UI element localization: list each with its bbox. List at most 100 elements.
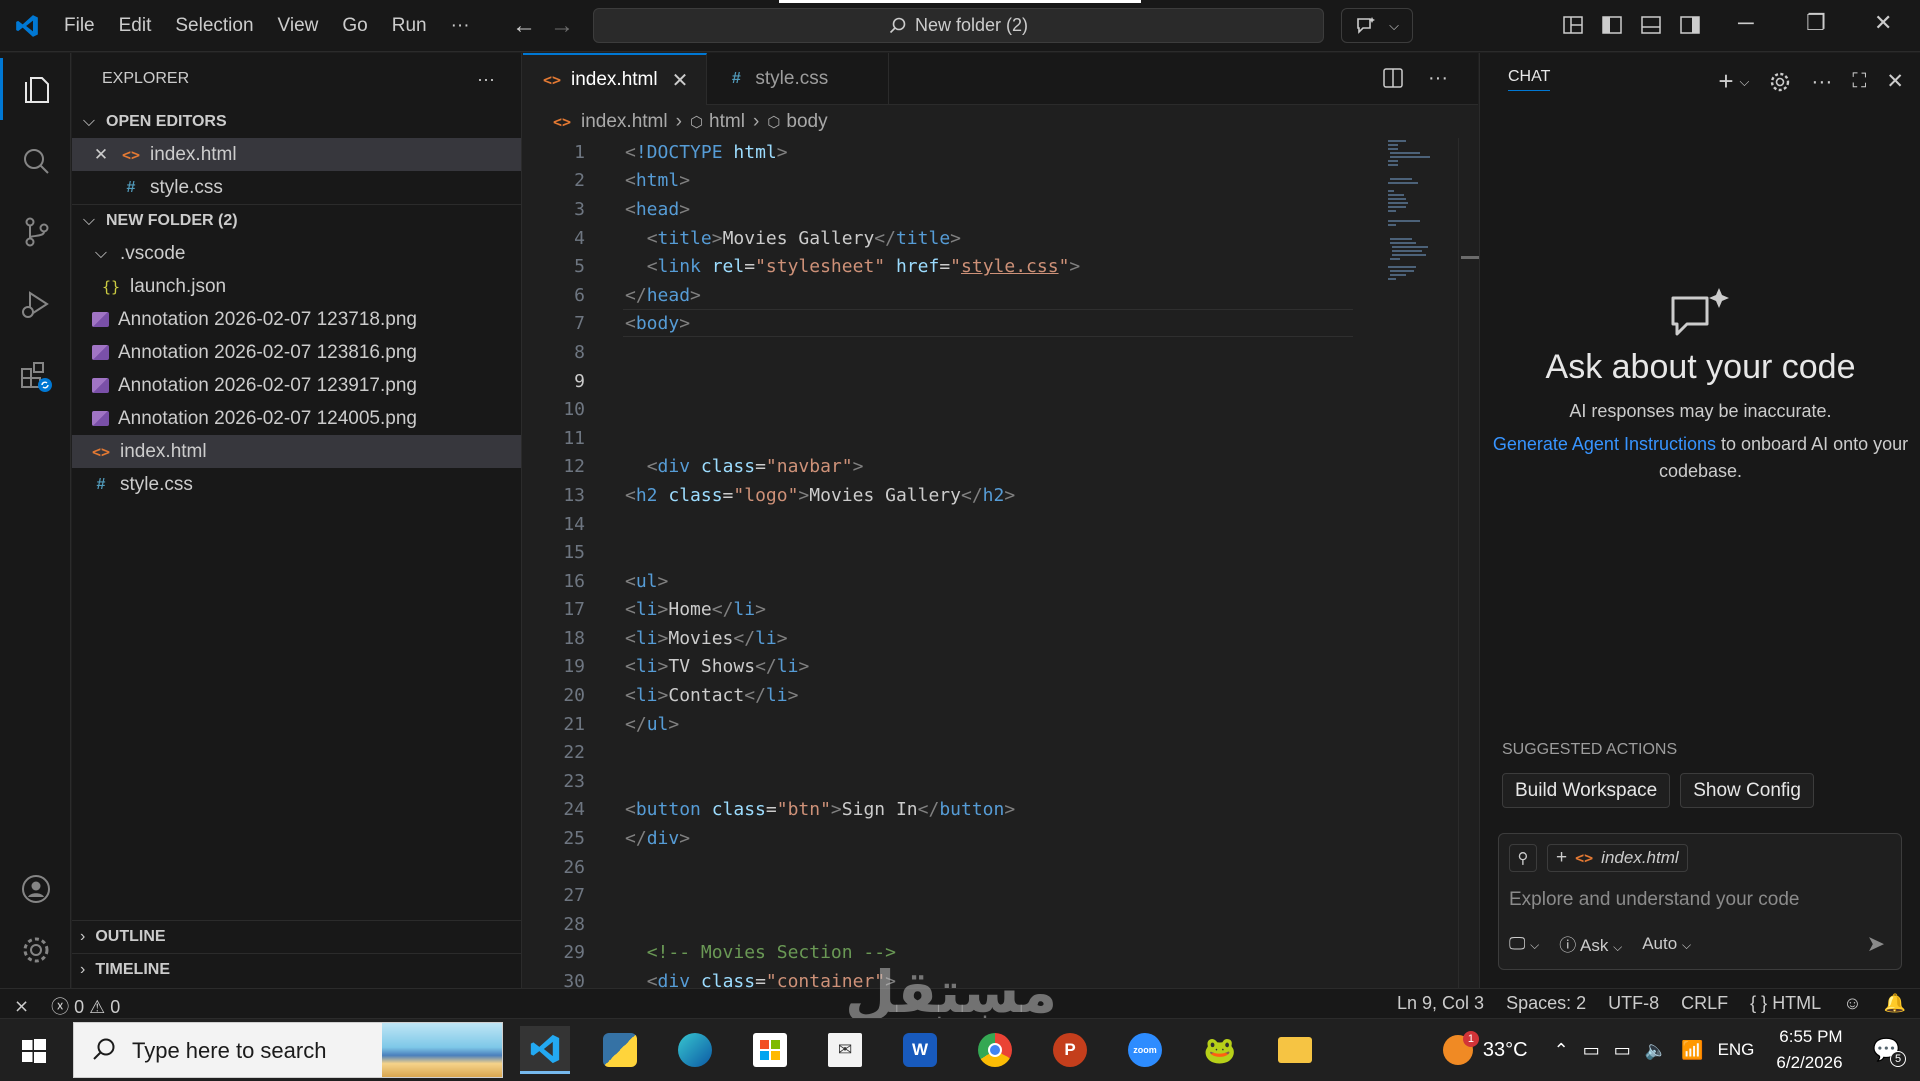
more-actions-icon[interactable]: ···	[1811, 70, 1832, 94]
model-picker[interactable]: Auto ⌵	[1642, 934, 1691, 954]
build-workspace-button[interactable]: Build Workspace	[1502, 773, 1671, 808]
wifi-icon[interactable]: 📶	[1681, 1040, 1703, 1061]
tree-file[interactable]: Annotation 2026-02-07 123816.png	[72, 336, 521, 369]
language-mode[interactable]: { } HTML	[1750, 993, 1821, 1014]
bell-icon[interactable]: 🔔	[1884, 993, 1906, 1014]
taskbar-file-explorer[interactable]	[1270, 1026, 1320, 1074]
menu-item[interactable]: View	[266, 15, 331, 37]
tree-file[interactable]: {} launch.json	[72, 270, 521, 303]
open-editor-item[interactable]: # style.css	[72, 171, 521, 204]
command-center-search[interactable]: New folder (2)	[593, 8, 1324, 43]
split-editor-icon[interactable]	[1382, 67, 1404, 89]
forward-arrow-icon[interactable]: →	[550, 12, 574, 40]
chat-tab[interactable]: CHAT	[1508, 68, 1551, 91]
accounts-activity[interactable]	[0, 858, 71, 920]
restore-icon[interactable]: ❐	[1806, 10, 1826, 36]
tree-folder[interactable]: ⌵ .vscode	[72, 237, 521, 270]
breadcrumb-item[interactable]: html	[709, 111, 745, 133]
taskbar-store[interactable]	[745, 1026, 795, 1074]
send-icon[interactable]: ➤	[1867, 931, 1885, 957]
run-debug-activity[interactable]	[0, 273, 71, 335]
minimize-icon[interactable]: ─	[1738, 10, 1754, 36]
toggle-panel-icon[interactable]	[1640, 14, 1662, 36]
explorer-activity[interactable]	[0, 58, 71, 120]
menu-item[interactable]: Go	[330, 15, 379, 37]
problems-indicator[interactable]: ⓧ 0 ⚠ 0	[51, 993, 120, 1019]
taskbar-mail[interactable]: ✉	[820, 1026, 870, 1074]
taskbar-vscode[interactable]	[520, 1026, 570, 1074]
meet-now-icon[interactable]: ▭	[1583, 1040, 1600, 1061]
taskbar-word[interactable]: W	[895, 1026, 945, 1074]
language-indicator[interactable]: ENG	[1718, 1040, 1755, 1060]
tree-file[interactable]: Annotation 2026-02-07 123917.png	[72, 369, 521, 402]
breadcrumb-item[interactable]: index.html	[581, 111, 668, 133]
tree-file[interactable]: <> index.html	[72, 435, 521, 468]
timeline-section[interactable]: › TIMELINE	[72, 953, 522, 986]
battery-icon[interactable]: ▭	[1614, 1040, 1631, 1061]
line-ending[interactable]: CRLF	[1681, 993, 1728, 1014]
taskbar-chrome[interactable]	[970, 1026, 1020, 1074]
context-chip[interactable]: + <> index.html	[1547, 844, 1688, 872]
taskbar-powerpoint[interactable]: P	[1045, 1026, 1095, 1074]
toggle-secondary-sidebar-icon[interactable]	[1679, 14, 1701, 36]
notifications-icon[interactable]: 💬 5	[1873, 1037, 1906, 1067]
clock[interactable]: 6:55 PM 6/2/2026	[1776, 1024, 1842, 1076]
copilot-menu-button[interactable]: ⌵	[1341, 8, 1413, 43]
show-config-button[interactable]: Show Config	[1680, 773, 1814, 808]
tab-style-css[interactable]: # style.css	[707, 53, 890, 105]
search-activity[interactable]	[0, 130, 71, 192]
weather-icon[interactable]: 1	[1442, 1031, 1479, 1065]
volume-icon[interactable]: 🔈	[1645, 1040, 1667, 1061]
indentation[interactable]: Spaces: 2	[1506, 993, 1586, 1014]
open-editor-item[interactable]: ✕ <> index.html	[72, 138, 521, 171]
generate-instructions-link[interactable]: Generate Agent Instructions	[1493, 434, 1716, 454]
taskbar-zoom[interactable]: zoom	[1120, 1026, 1170, 1074]
menu-item[interactable]: ···	[439, 15, 482, 37]
chat-input-placeholder[interactable]: Explore and understand your code	[1509, 889, 1799, 911]
vertical-scrollbar[interactable]	[1458, 138, 1479, 988]
menu-item[interactable]: File	[52, 15, 107, 37]
folder-section[interactable]: ⌵ NEW FOLDER (2)	[72, 204, 521, 237]
tree-file[interactable]: # style.css	[72, 468, 521, 501]
extensions-activity[interactable]	[0, 345, 71, 407]
close-icon[interactable]: ✕	[1886, 69, 1904, 94]
remote-icon[interactable]: ⨯	[14, 996, 29, 1017]
cursor-position[interactable]: Ln 9, Col 3	[1397, 993, 1484, 1014]
taskbar-edge[interactable]	[670, 1026, 720, 1074]
close-window-icon[interactable]: ✕	[1874, 10, 1892, 36]
code-editor[interactable]: 1 <!DOCTYPE html> 2 <html> 3 <head> 4 <title>M…	[523, 138, 1353, 996]
taskbar-python[interactable]	[595, 1026, 645, 1074]
gear-icon[interactable]	[1769, 71, 1791, 93]
mode-picker[interactable]: ⓘ Ask ⌵	[1559, 931, 1622, 956]
tab-index-html[interactable]: <> index.html ✕	[523, 53, 708, 105]
customize-layout-icon[interactable]	[1562, 14, 1584, 36]
close-icon[interactable]: ✕	[672, 68, 689, 93]
manage-activity[interactable]	[0, 919, 71, 981]
source-control-activity[interactable]	[0, 201, 71, 263]
menu-item[interactable]: Selection	[163, 15, 265, 37]
vscode-logo-icon[interactable]	[14, 13, 40, 39]
taskbar-frog-app[interactable]: 🐸	[1195, 1026, 1245, 1074]
weather-temp[interactable]: 33°C	[1483, 1039, 1528, 1062]
minimap[interactable]	[1388, 138, 1448, 338]
more-actions-icon[interactable]: ···	[1428, 67, 1448, 90]
more-actions-icon[interactable]: ···	[477, 69, 495, 90]
menu-item[interactable]: Edit	[107, 15, 164, 37]
copilot-status-icon[interactable]: ☺	[1843, 993, 1861, 1014]
windows-start-icon[interactable]	[22, 1039, 46, 1063]
new-chat-icon[interactable]: +	[1718, 66, 1733, 97]
session-target-button[interactable]: 🖵 ⌵	[1509, 934, 1539, 954]
back-arrow-icon[interactable]: ←	[512, 12, 536, 40]
encoding[interactable]: UTF-8	[1608, 993, 1659, 1014]
attach-context-button[interactable]: ⚲	[1509, 844, 1537, 872]
maximize-icon[interactable]: ⛶	[1852, 70, 1866, 93]
chat-input-box[interactable]: ⚲ + <> index.html Explore and understand…	[1498, 833, 1902, 970]
outline-section[interactable]: › OUTLINE	[72, 920, 522, 953]
breadcrumb-item[interactable]: body	[786, 111, 827, 133]
open-editors-section[interactable]: ⌵ OPEN EDITORS	[72, 105, 521, 138]
close-icon[interactable]: ✕	[90, 145, 112, 165]
chevron-up-icon[interactable]: ⌃	[1554, 1040, 1569, 1061]
tree-file[interactable]: Annotation 2026-02-07 123718.png	[72, 303, 521, 336]
taskbar-search[interactable]: Type here to search	[73, 1022, 503, 1078]
chevron-down-icon[interactable]: ⌵	[1740, 74, 1750, 90]
